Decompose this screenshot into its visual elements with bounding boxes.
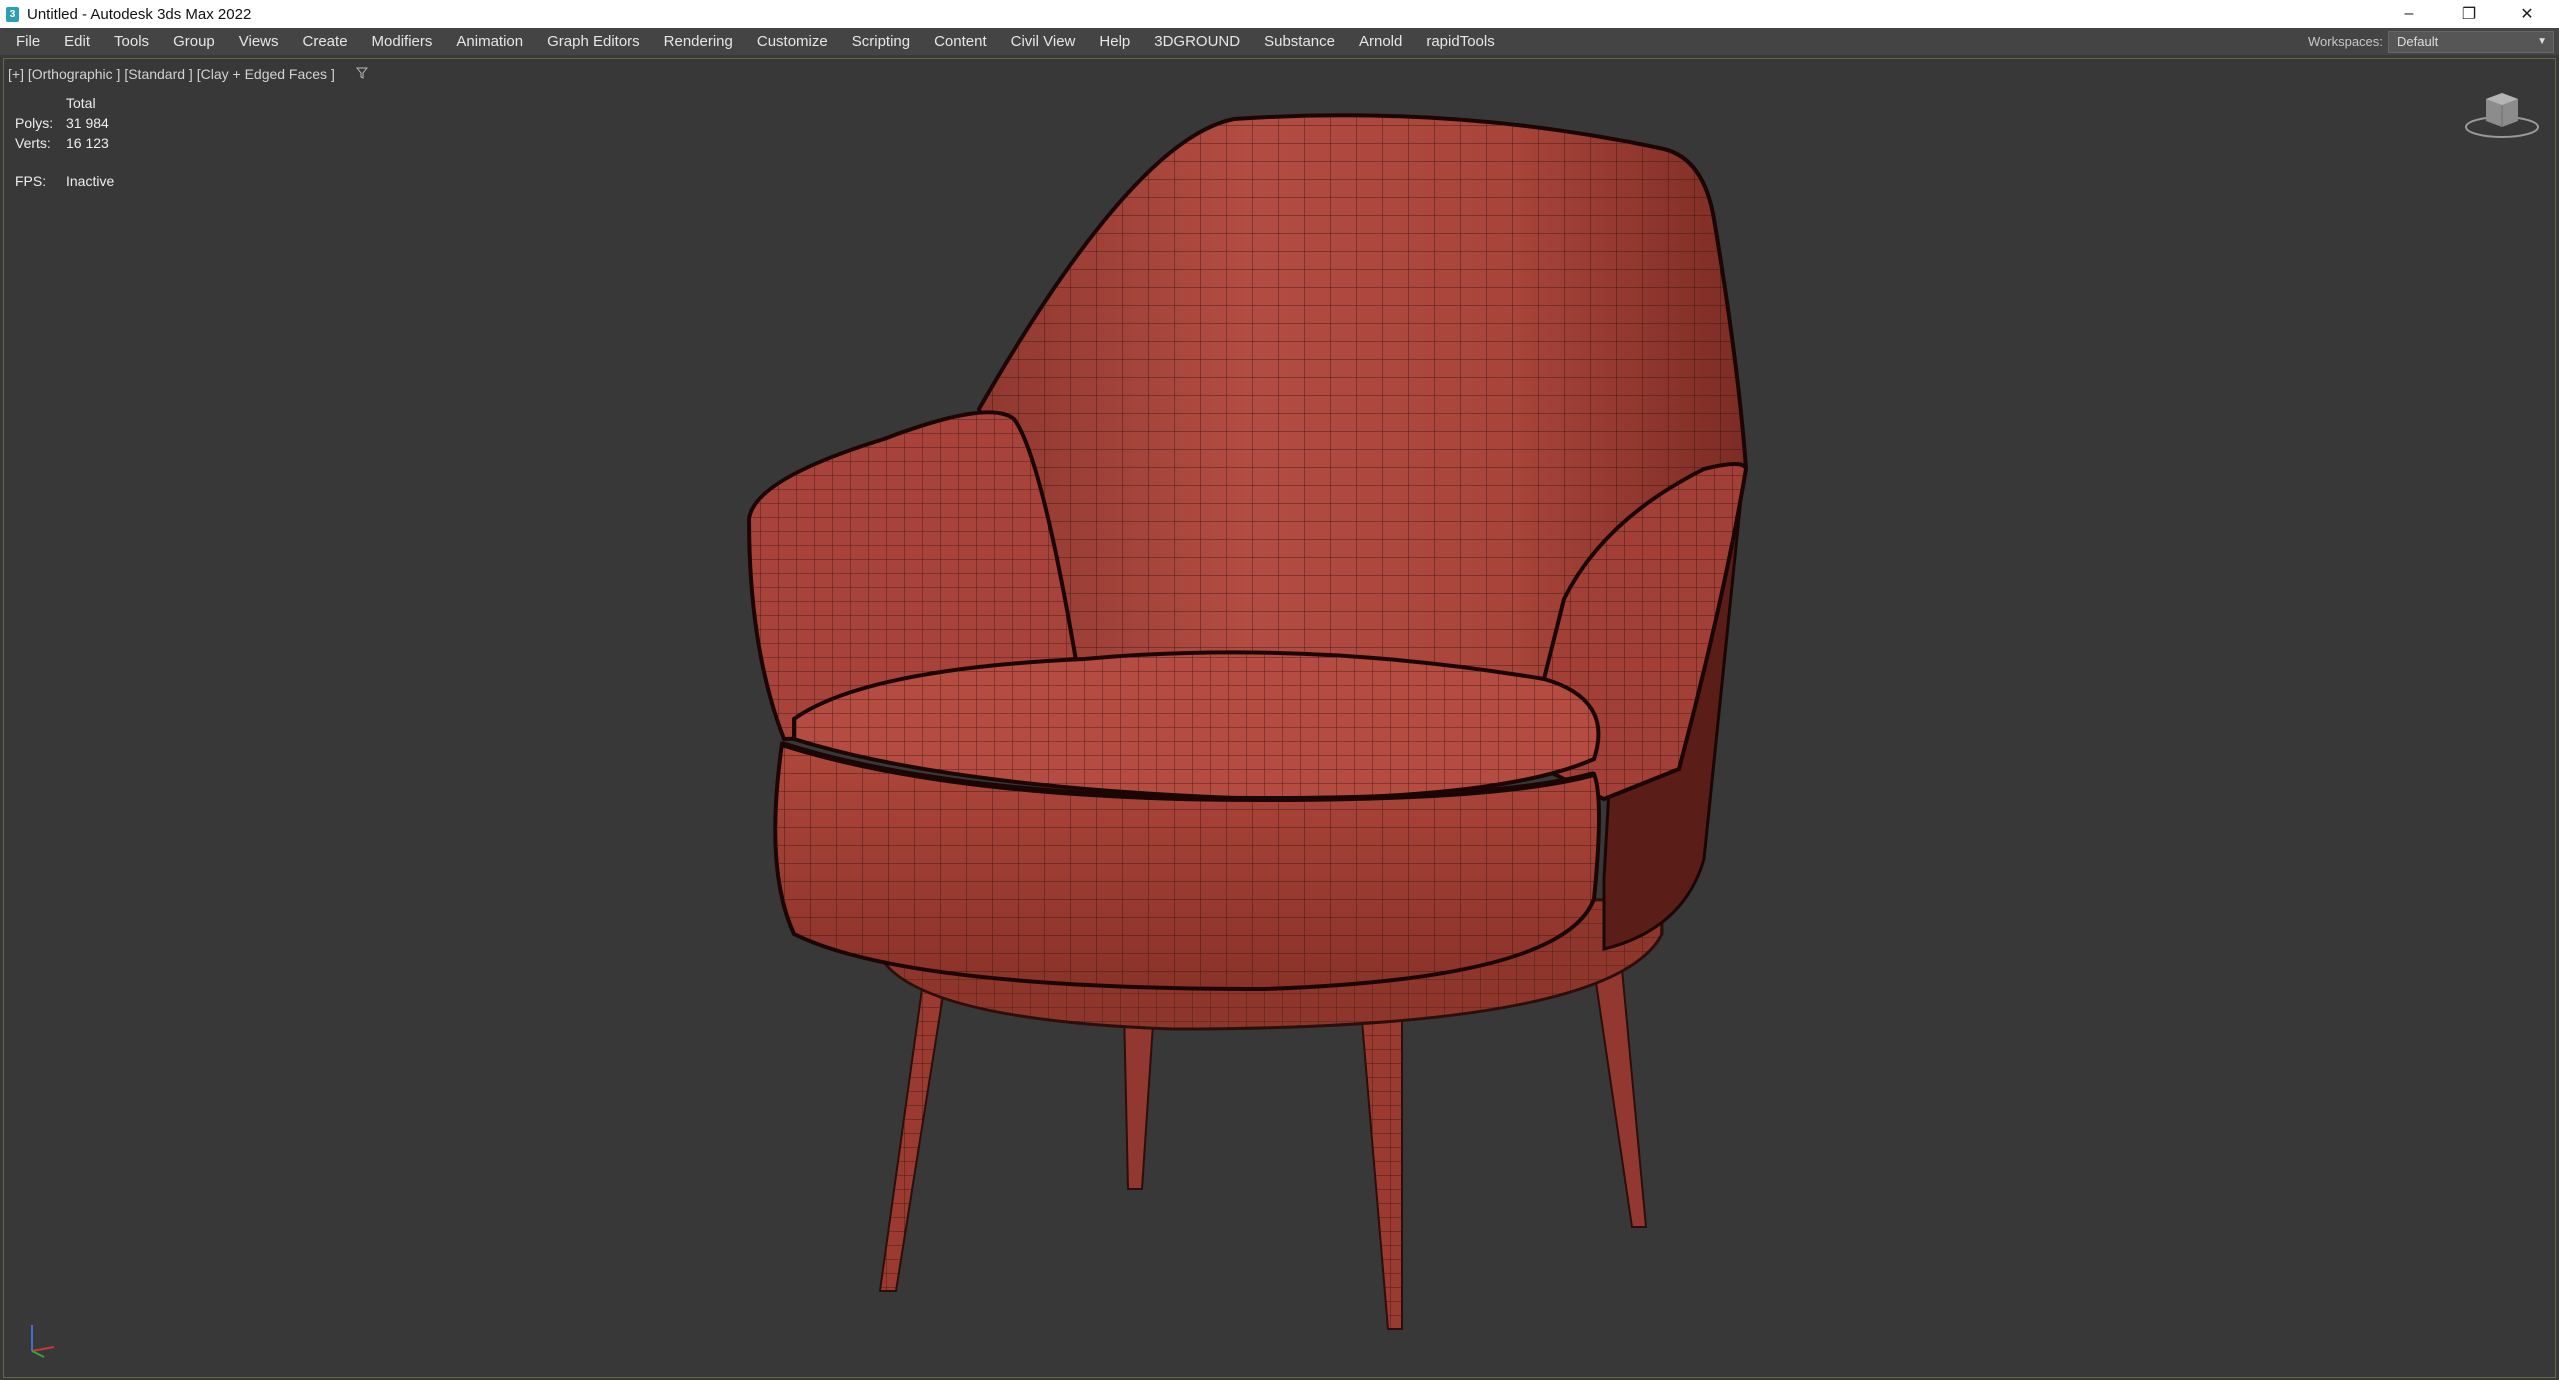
chevron-down-icon: ▼ [2537, 36, 2547, 47]
minimize-button[interactable]: – [2380, 0, 2438, 28]
menu-views[interactable]: Views [227, 28, 291, 55]
title-bar: 3 Untitled - Autodesk 3ds Max 2022 – ❐ ✕ [0, 0, 2559, 28]
menu-civil-view[interactable]: Civil View [999, 28, 1088, 55]
fps-label: FPS: [15, 173, 47, 189]
window-title: Untitled - Autodesk 3ds Max 2022 [27, 5, 252, 23]
perspective-viewport[interactable]: [+] [Orthographic ] [Standard ] [Clay + … [3, 58, 2556, 1378]
menu-rapidtools[interactable]: rapidTools [1414, 28, 1506, 55]
menu-help[interactable]: Help [1087, 28, 1142, 55]
axis-tripod-icon [31, 1325, 55, 1358]
menu-animation[interactable]: Animation [444, 28, 535, 55]
stats-fps-row: FPS: Inactive [15, 171, 114, 191]
verts-label: Verts: [15, 135, 51, 151]
menu-substance[interactable]: Substance [1252, 28, 1347, 55]
verts-value: 16 123 [66, 135, 109, 151]
menu-bar: File Edit Tools Group Views Create Modif… [0, 28, 2559, 57]
menu-content[interactable]: Content [922, 28, 999, 55]
viewport-label[interactable]: [+] [Orthographic ] [Standard ] [Clay + … [8, 66, 335, 82]
viewport-statistics: Total Polys: 31 984 Verts: 16 123 FPS: I… [15, 93, 114, 191]
menu-rendering[interactable]: Rendering [652, 28, 745, 55]
menu-scripting[interactable]: Scripting [840, 28, 922, 55]
menu-items: File Edit Tools Group Views Create Modif… [4, 28, 1507, 55]
app-icon[interactable]: 3 [6, 6, 19, 22]
restore-button[interactable]: ❐ [2440, 0, 2498, 28]
stats-verts-row: Verts: 16 123 [15, 133, 114, 153]
chair-model[interactable] [704, 109, 1784, 1378]
menu-arnold[interactable]: Arnold [1347, 28, 1414, 55]
polys-label: Polys: [15, 115, 54, 131]
menu-3dground[interactable]: 3DGROUND [1142, 28, 1252, 55]
workspaces-value: Default [2397, 34, 2439, 49]
menu-tools[interactable]: Tools [102, 28, 161, 55]
menu-file[interactable]: File [4, 28, 52, 55]
menu-customize[interactable]: Customize [745, 28, 840, 55]
menu-group[interactable]: Group [161, 28, 227, 55]
close-button[interactable]: ✕ [2498, 0, 2556, 28]
menu-create[interactable]: Create [291, 28, 360, 55]
stats-header: Total [66, 95, 96, 111]
workspaces-dropdown[interactable]: Default ▼ [2388, 31, 2554, 53]
polys-value: 31 984 [66, 115, 109, 131]
menu-edit[interactable]: Edit [52, 28, 102, 55]
filter-icon[interactable] [356, 67, 368, 79]
fps-value: Inactive [66, 173, 115, 189]
workspaces-label: Workspaces: [2308, 34, 2383, 49]
menu-modifiers[interactable]: Modifiers [360, 28, 445, 55]
menu-graph-editors[interactable]: Graph Editors [535, 28, 652, 55]
viewcube-icon[interactable] [2462, 89, 2542, 145]
stats-polys-row: Polys: 31 984 [15, 113, 114, 133]
